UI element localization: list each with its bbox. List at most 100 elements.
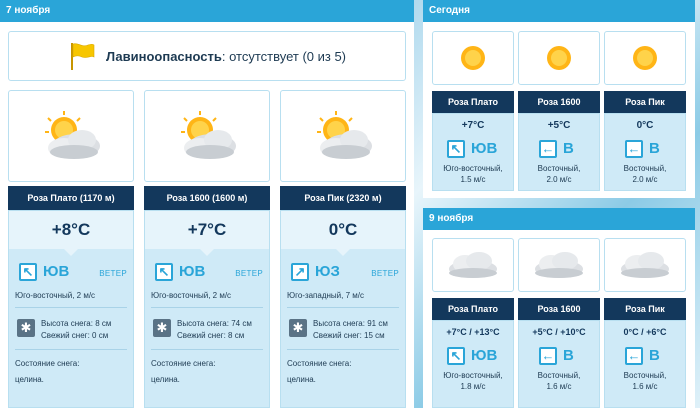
location-info: +7°C ↖ ЮВ Юго-восточный, 1.5 м/с [432, 113, 514, 191]
temperature: 0°C [281, 211, 405, 256]
fresh-snow: Свежий снег: 15 см [313, 331, 385, 340]
location-name: Роза 1600 [518, 91, 600, 113]
wind-arrow-icon: ← [539, 140, 557, 158]
wind-desc: Юго-восточный, 2 м/с [151, 291, 232, 300]
temperature: +5°C [547, 120, 571, 131]
nov9-card-1600: Роза 1600 +5°C / +10°C ← В Восточный, 1.… [518, 238, 600, 408]
wind-direction: В [649, 140, 660, 157]
partly-cloudy-icon [8, 90, 134, 182]
partly-cloudy-icon [144, 90, 270, 182]
wind-arrow-icon: ↖ [447, 140, 465, 158]
today-card-plato: Роза Плато +7°C ↖ ЮВ Юго-восточный, 1.5 … [432, 31, 514, 191]
location-name: Роза Плато [432, 91, 514, 113]
temperature: +5°C / +10°C [532, 327, 586, 337]
divider [15, 307, 127, 308]
cloud-icon [604, 238, 686, 292]
divider [287, 307, 399, 308]
temperature: +7°C / +13°C [446, 327, 500, 337]
snowflake-icon: ✱ [17, 319, 35, 337]
wind-direction: ЮВ [471, 347, 498, 364]
wind-desc: Юго-восточный, [443, 164, 503, 173]
snow-state: целина. [151, 375, 180, 384]
panel-header: 7 ноября [0, 0, 414, 22]
day-panel-nov7: 7 ноября Лавиноопасность: отсутствует (0… [0, 0, 414, 408]
snowflake-icon: ✱ [153, 319, 171, 337]
wind-arrow-icon: ↖ [19, 263, 37, 281]
wind-desc: Юго-восточный, 2 м/с [15, 291, 96, 300]
day-panel-nov9: 9 ноября Роза Плато +7°C / +13°C ↖ ЮВ Юг… [423, 208, 695, 408]
wind-label: ВЕТЕР [235, 269, 263, 278]
location-info: +5°C / +10°C ← В Восточный, 1.6 м/с [518, 320, 600, 408]
today-card-1600: Роза 1600 +5°C ← В Восточный, 2.0 м/с [518, 31, 600, 191]
wind-direction: ЮВ [179, 263, 206, 280]
location-card-pik: Роза Пик (2320 м) 0°C ↗ ЮЗ ВЕТЕР Юго-зап… [280, 90, 406, 408]
partly-cloudy-icon [280, 90, 406, 182]
wind-direction: ЮЗ [315, 263, 340, 280]
snow-state-label: Состояние снега: [15, 359, 80, 368]
snow-state: целина. [287, 375, 316, 384]
wind-direction: В [563, 140, 574, 157]
temperature: +8°C [9, 211, 133, 256]
flag-icon [68, 41, 96, 71]
snow-height: Высота снега: 91 см [313, 319, 388, 328]
divider [151, 307, 263, 308]
wind-speed: 1.6 м/с [632, 382, 658, 391]
temperature: +7°C [461, 120, 485, 131]
snow-height: Высота снега: 74 см [177, 319, 252, 328]
wind-arrow-icon: ← [625, 347, 643, 365]
panel-header: 9 ноября [423, 208, 695, 230]
wind-desc: Восточный, [537, 371, 581, 380]
avalanche-status: : отсутствует (0 из 5) [221, 48, 347, 64]
wind-direction: ЮВ [471, 140, 498, 157]
divider [15, 349, 127, 350]
avalanche-alert: Лавиноопасность: отсутствует (0 из 5) [8, 31, 406, 81]
location-info: +7°C ↖ ЮВ ВЕТЕР Юго-восточный, 2 м/с ✱ В… [144, 210, 270, 408]
temperature: 0°C [636, 120, 654, 131]
divider [287, 349, 399, 350]
location-name: Роза Пик (2320 м) [280, 186, 406, 210]
wind-speed: 1.8 м/с [460, 382, 486, 391]
wind-desc: Юго-западный, 7 м/с [287, 291, 364, 300]
snow-state-label: Состояние снега: [151, 359, 216, 368]
snowflake-icon: ✱ [289, 319, 307, 337]
nov9-card-pik: Роза Пик 0°C / +6°C ← В Восточный, 1.6 м… [604, 238, 686, 408]
wind-speed: 1.6 м/с [546, 382, 572, 391]
location-card-plato: Роза Плато (1170 м) +8°C ↖ ЮВ ВЕТЕР Юго-… [8, 90, 134, 408]
wind-desc: Восточный, [623, 164, 667, 173]
day-panel-today: Сегодня Роза Плато +7°C ↖ ЮВ Юго-восточн… [423, 0, 695, 198]
location-info: +5°C ← В Восточный, 2.0 м/с [518, 113, 600, 191]
avalanche-title: Лавиноопасность [105, 48, 222, 64]
temperature: 0°C / +6°C [623, 327, 667, 337]
wind-speed: 2.0 м/с [632, 175, 658, 184]
location-name: Роза Пик [604, 298, 686, 320]
fresh-snow: Свежий снег: 8 см [177, 331, 245, 340]
location-info: +7°C / +13°C ↖ ЮВ Юго-восточный, 1.8 м/с [432, 320, 514, 408]
sun-icon [432, 31, 514, 85]
cloud-icon [518, 238, 600, 292]
sun-icon [518, 31, 600, 85]
snow-state-label: Состояние снега: [287, 359, 352, 368]
wind-arrow-icon: ↖ [155, 263, 173, 281]
panel-header: Сегодня [423, 0, 695, 22]
location-name: Роза Плато [432, 298, 514, 320]
location-name: Роза 1600 (1600 м) [144, 186, 270, 210]
location-info: 0°C ← В Восточный, 2.0 м/с [604, 113, 686, 191]
divider [151, 349, 263, 350]
wind-arrow-icon: ↗ [291, 263, 309, 281]
location-name: Роза 1600 [518, 298, 600, 320]
wind-desc: Восточный, [623, 371, 667, 380]
wind-speed: 2.0 м/с [546, 175, 572, 184]
location-card-1600: Роза 1600 (1600 м) +7°C ↖ ЮВ ВЕТЕР Юго-в… [144, 90, 270, 408]
temperature: +7°C [145, 211, 269, 256]
wind-arrow-icon: ← [539, 347, 557, 365]
wind-arrow-icon: ← [625, 140, 643, 158]
location-name: Роза Плато (1170 м) [8, 186, 134, 210]
snow-state: целина. [15, 375, 44, 384]
wind-desc: Юго-восточный, [443, 371, 503, 380]
sun-icon [604, 31, 686, 85]
wind-desc: Восточный, [537, 164, 581, 173]
cloud-icon [432, 238, 514, 292]
today-card-pik: Роза Пик 0°C ← В Восточный, 2.0 м/с [604, 31, 686, 191]
nov9-card-plato: Роза Плато +7°C / +13°C ↖ ЮВ Юго-восточн… [432, 238, 514, 408]
location-info: 0°C / +6°C ← В Восточный, 1.6 м/с [604, 320, 686, 408]
